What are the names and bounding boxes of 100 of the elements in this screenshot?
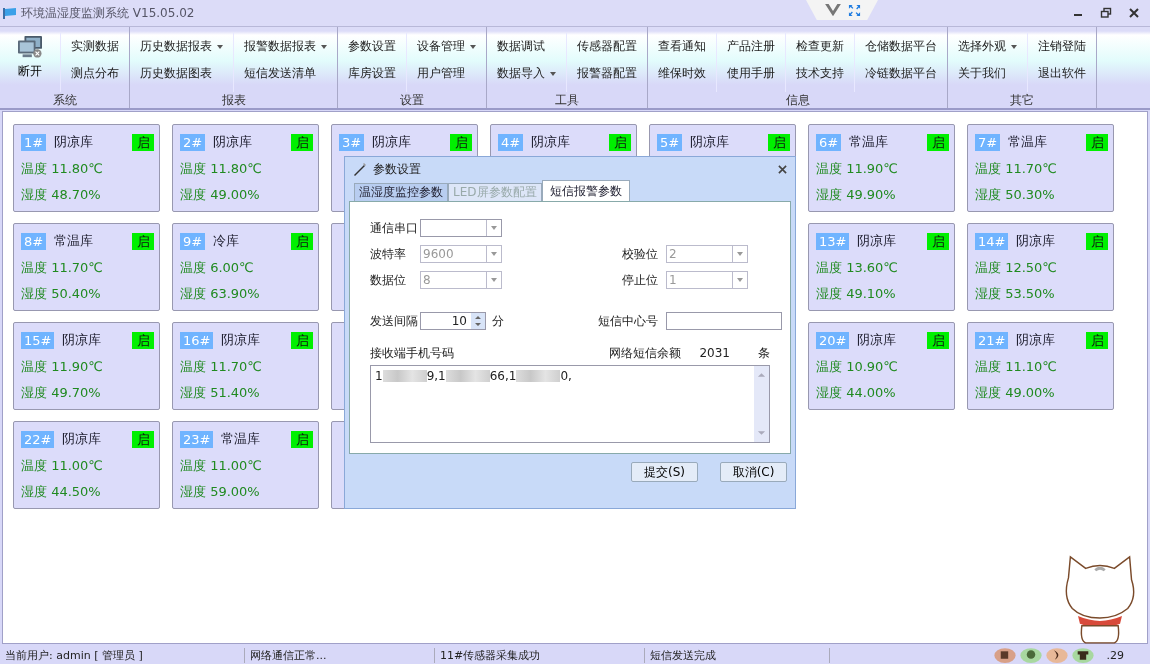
input-field[interactable]: [666, 312, 782, 330]
ribbon-button[interactable]: 参数设置: [346, 33, 398, 60]
tab[interactable]: 短信报警参数: [541, 180, 630, 201]
ribbon-button[interactable]: 选择外观: [956, 33, 1019, 60]
sensor-number: 16#: [180, 331, 214, 349]
field-label: 短信中心号: [597, 312, 658, 330]
humidity-reading: 湿度 50.30%: [975, 186, 1056, 204]
sensor-number: 7#: [975, 133, 1001, 151]
ribbon-button[interactable]: 用户管理: [415, 60, 478, 87]
caret-icon: [491, 226, 497, 230]
caret-icon: [470, 44, 476, 49]
tray-icon[interactable]: [1020, 646, 1042, 663]
ribbon-button[interactable]: 冷链数据平台: [863, 60, 939, 87]
temperature-reading: 温度 11.00℃: [21, 457, 104, 475]
dialog-button[interactable]: 取消(C): [720, 462, 787, 482]
group-label: 系统: [51, 92, 78, 108]
ribbon-button[interactable]: 关于我们: [956, 60, 1019, 87]
ribbon-button[interactable]: 断开: [8, 33, 52, 82]
temperature-reading: 温度 12.50℃: [975, 259, 1058, 277]
dialog-button[interactable]: 提交(S): [631, 462, 698, 482]
sensor-number: 1#: [21, 133, 47, 151]
caret-icon: [737, 278, 743, 282]
temperature-reading: 温度 11.70℃: [21, 259, 104, 277]
warehouse-name: 阴凉库: [62, 430, 102, 448]
dropdown-field[interactable]: [420, 219, 502, 237]
temperature-reading: 温度 11.10℃: [975, 358, 1058, 376]
ribbon-button[interactable]: 检查更新: [794, 33, 846, 60]
ribbon-button[interactable]: 技术支持: [794, 60, 846, 87]
status-badge: 启: [291, 133, 313, 151]
status-text: .29: [1105, 647, 1124, 663]
ribbon-button[interactable]: 设备管理: [415, 33, 478, 60]
status-badge: 启: [1086, 133, 1108, 151]
unit-label: 分: [492, 312, 504, 330]
phone-numbers-field[interactable]: 1 9,1 66,1 0,: [370, 365, 770, 443]
warehouse-name: 阴凉库: [54, 133, 94, 151]
warehouse-name: 阴凉库: [857, 232, 897, 250]
temperature-reading: 温度 11.70℃: [975, 160, 1058, 178]
caret-icon: [491, 252, 497, 256]
tray-icon[interactable]: [1072, 646, 1094, 663]
warehouse-name: 阴凉库: [1016, 232, 1056, 250]
balance-unit: 条: [758, 344, 770, 362]
field-label: 校验位: [621, 245, 658, 263]
ribbon-button[interactable]: 产品注册: [725, 33, 777, 60]
sensor-number: 3#: [339, 133, 365, 151]
ribbon-button[interactable]: 库房设置: [346, 60, 398, 87]
ribbon-button[interactable]: 实测数据: [69, 33, 121, 60]
dialog-title: 参数设置: [373, 160, 421, 178]
sensor-number: 14#: [975, 232, 1009, 250]
status-badge: 启: [132, 331, 154, 349]
ribbon-button[interactable]: 测点分布: [69, 60, 121, 87]
close-icon[interactable]: [778, 164, 787, 174]
spin-arrows-icon[interactable]: [471, 313, 485, 329]
status-badge: 启: [132, 232, 154, 250]
warehouse-name: 阴凉库: [1016, 331, 1056, 349]
field-label: 接收端手机号码: [370, 344, 454, 362]
ribbon-button[interactable]: 查看通知: [656, 33, 708, 60]
ribbon-button[interactable]: 报警器配置: [575, 60, 639, 87]
status-badge: 启: [132, 133, 154, 151]
tab[interactable]: 温湿度监控参数: [354, 183, 448, 201]
ribbon-button[interactable]: 数据调试: [495, 33, 558, 60]
sensor-number: 8#: [21, 232, 47, 250]
temperature-reading: 温度 11.80℃: [180, 160, 263, 178]
tray-icon[interactable]: [994, 646, 1016, 663]
humidity-reading: 湿度 49.70%: [21, 384, 102, 402]
warehouse-name: 阴凉库: [221, 331, 261, 349]
status-badge: 启: [291, 430, 313, 448]
ribbon-button[interactable]: 维保时效: [656, 60, 708, 87]
ribbon-button[interactable]: 仓储数据平台: [863, 33, 939, 60]
humidity-reading: 湿度 49.00%: [180, 186, 261, 204]
ribbon-button[interactable]: 使用手册: [725, 60, 777, 87]
temperature-reading: 温度 11.00℃: [180, 457, 263, 475]
sensor-number: 5#: [657, 133, 683, 151]
humidity-reading: 湿度 48.70%: [21, 186, 102, 204]
caret-icon: [737, 252, 743, 256]
sensor-number: 13#: [816, 232, 850, 250]
status-badge: 启: [132, 430, 154, 448]
warehouse-name: 阴凉库: [690, 133, 730, 151]
status-badge: 启: [450, 133, 472, 151]
close-icon[interactable]: [1128, 7, 1140, 19]
status-text: 短信发送完成: [645, 647, 830, 663]
ribbon-button[interactable]: 退出软件: [1036, 60, 1088, 87]
restore-icon[interactable]: [1100, 7, 1112, 19]
field-label: 发送间隔: [370, 312, 419, 330]
ribbon-button[interactable]: 注销登陆: [1036, 33, 1088, 60]
status-text: 当前用户: admin [ 管理员 ]: [0, 647, 245, 663]
ribbon-button[interactable]: 历史数据报表: [138, 33, 225, 60]
expand-icon[interactable]: [847, 3, 861, 17]
balance-value: 2031: [699, 346, 730, 360]
ribbon-button[interactable]: 短信发送清单: [242, 60, 329, 87]
humidity-reading: 湿度 51.40%: [180, 384, 261, 402]
ribbon-button[interactable]: 历史数据图表: [138, 60, 225, 87]
ribbon-button[interactable]: 传感器配置: [575, 33, 639, 60]
ribbon-button[interactable]: 数据导入: [495, 60, 558, 87]
ribbon-button[interactable]: 报警数据报表: [242, 33, 329, 60]
balance-label: 网络短信余额: [609, 344, 682, 362]
caret-icon: [217, 44, 223, 49]
temperature-reading: 温度 6.00℃: [180, 259, 255, 277]
number-field[interactable]: 10: [420, 312, 486, 330]
blurred-text: [382, 370, 427, 382]
status-badge: 启: [291, 331, 313, 349]
